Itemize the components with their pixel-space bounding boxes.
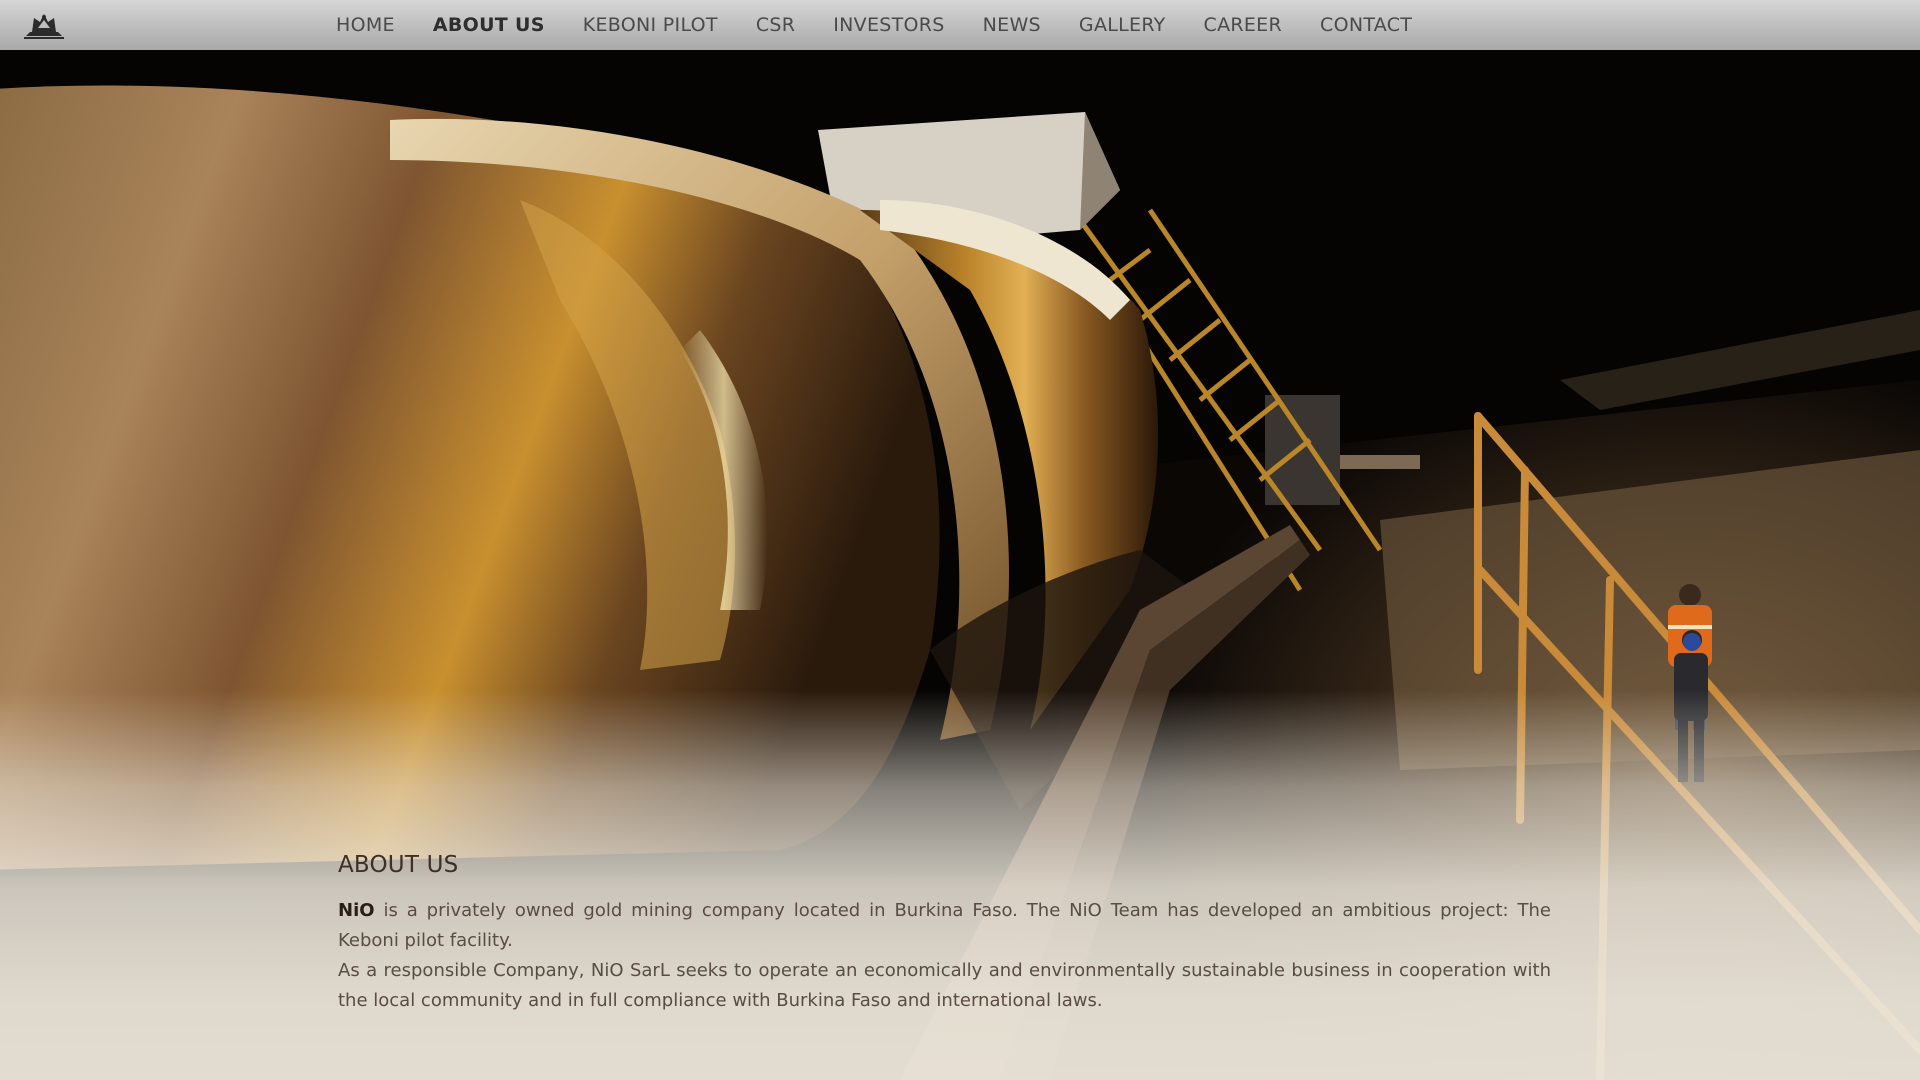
about-title: ABOUT US [338,852,459,878]
page: HOME ABOUT US KEBONI PILOT CSR INVESTORS… [0,0,1920,1080]
about-paragraph-1: NiO is a privately owned gold mining com… [338,896,1551,956]
nav-about-us[interactable]: ABOUT US [433,14,545,36]
nav-keboni-pilot[interactable]: KEBONI PILOT [583,14,718,36]
brand-name: NiO [338,900,375,921]
about-section: ABOUT US NiO is a privately owned gold m… [338,852,1551,1016]
nav-news[interactable]: NEWS [983,14,1041,36]
about-paragraph-2: As a responsible Company, NiO SarL seeks… [338,960,1551,1011]
nav-career[interactable]: CAREER [1204,14,1282,36]
crest-logo-icon[interactable] [20,8,68,40]
main-nav-menu: HOME ABOUT US KEBONI PILOT CSR INVESTORS… [336,0,1450,50]
nav-gallery[interactable]: GALLERY [1079,14,1166,36]
nav-csr[interactable]: CSR [756,14,795,36]
nav-contact[interactable]: CONTACT [1320,14,1412,36]
top-navbar: HOME ABOUT US KEBONI PILOT CSR INVESTORS… [0,0,1920,50]
nav-home[interactable]: HOME [336,14,395,36]
nav-investors[interactable]: INVESTORS [833,14,944,36]
about-paragraph-1-text: is a privately owned gold mining company… [338,900,1551,951]
